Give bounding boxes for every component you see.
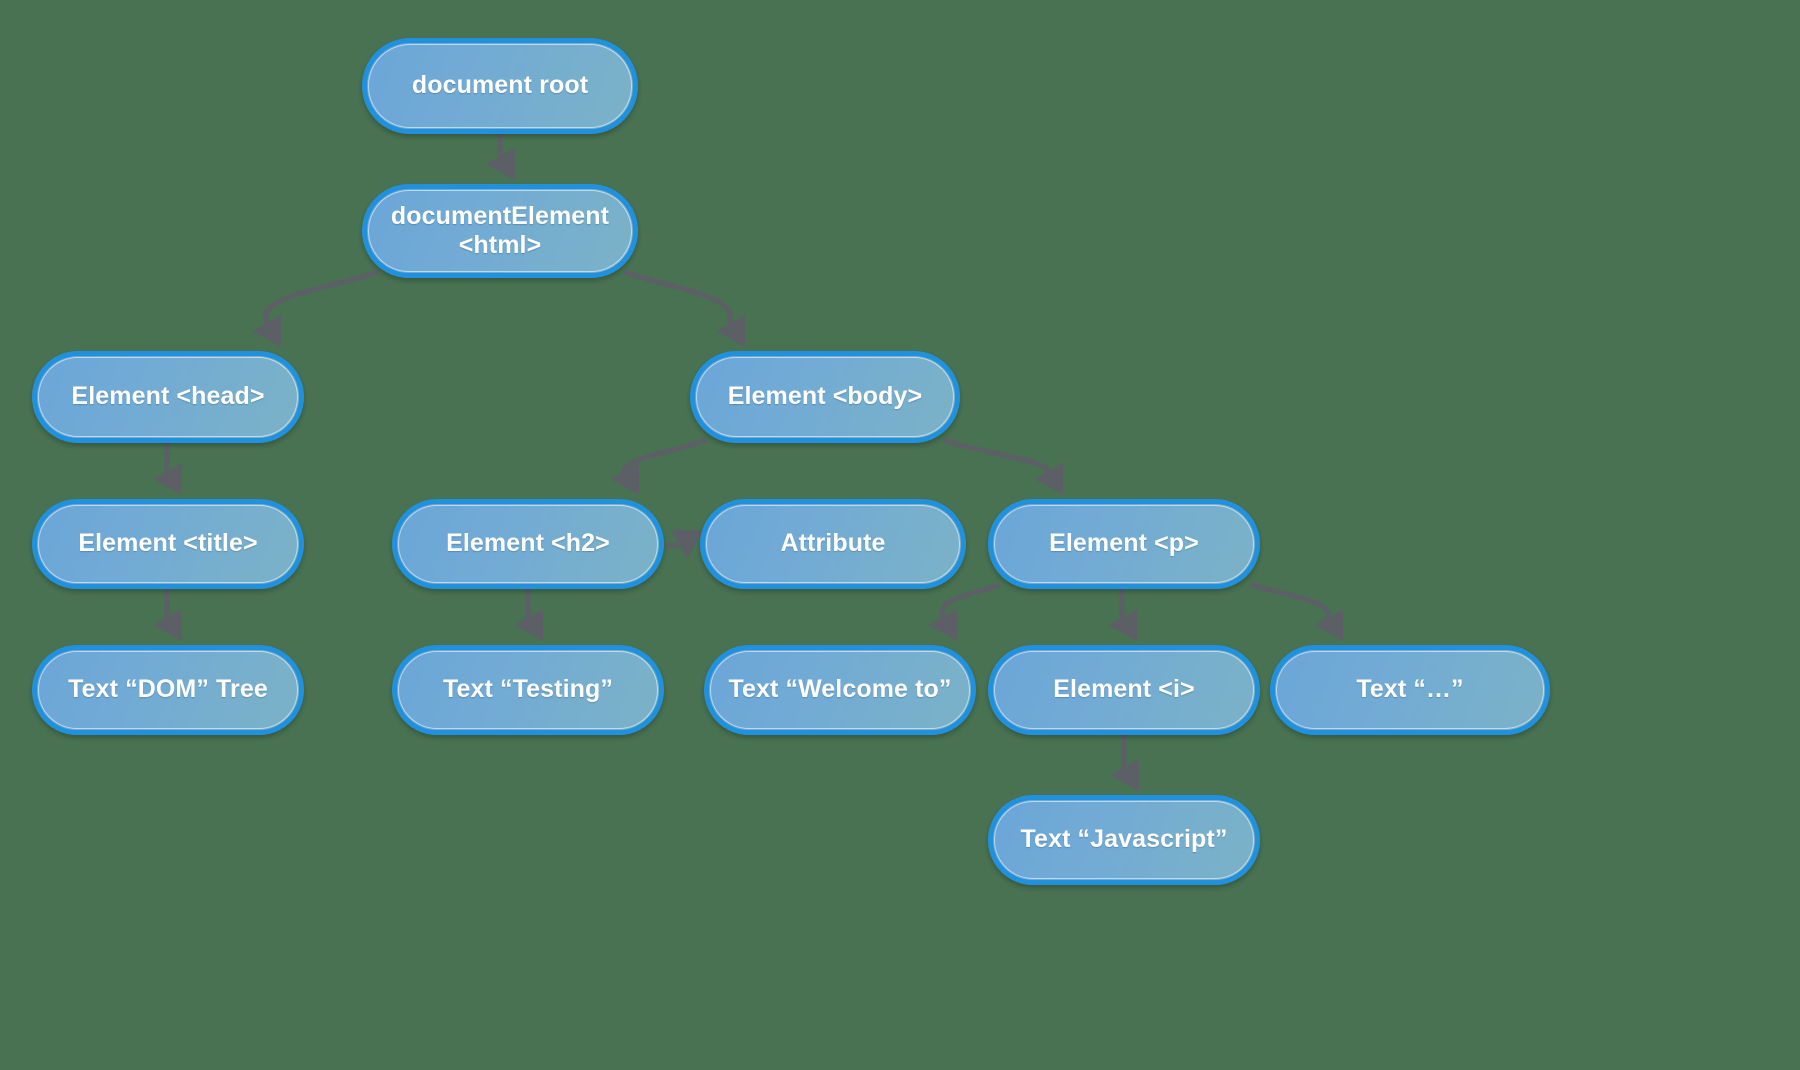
node-element-h2[interactable]: Element <h2> [392,499,664,589]
node-label: documentElement <html> [390,201,610,260]
node-document-element[interactable]: documentElement <html> [362,184,638,278]
node-label: Element <head> [71,382,265,411]
node-label: Element <body> [727,382,923,411]
edge-p-to-text-ellipsis [1249,581,1344,641]
node-label: Text “Welcome to” [728,675,952,704]
node-label: Text “…” [1356,675,1464,704]
node-label: Attribute [780,529,886,558]
node-label: Element <p> [1049,529,1199,558]
node-element-i[interactable]: Element <i> [988,645,1260,735]
node-text-javascript[interactable]: Text “Javascript” [988,795,1260,885]
dom-tree-diagram: document root documentElement <html> Ele… [0,0,1800,1070]
node-element-body[interactable]: Element <body> [690,351,960,443]
node-element-title[interactable]: Element <title> [32,499,304,589]
node-document-root[interactable]: document root [362,38,638,134]
node-text-ellipsis[interactable]: Text “…” [1270,645,1550,735]
node-text-dom-tree[interactable]: Text “DOM” Tree [32,645,304,735]
node-element-head[interactable]: Element <head> [32,351,304,443]
node-label: Element <i> [1053,675,1195,704]
edge-documentelement-to-body [623,269,746,347]
node-text-welcome-to[interactable]: Text “Welcome to” [704,645,976,735]
node-label: Text “Testing” [443,675,613,704]
node-text-testing[interactable]: Text “Testing” [392,645,664,735]
edge-documentelement-to-head [252,269,379,347]
node-label: Element <h2> [446,529,610,558]
node-label: Element <title> [78,529,258,558]
node-label: Text “Javascript” [1020,825,1228,854]
node-label: document root [411,71,589,100]
node-element-p[interactable]: Element <p> [988,499,1260,589]
edge-body-to-h2 [610,437,707,495]
node-label: Text “DOM” Tree [68,675,268,704]
edge-body-to-p [943,437,1064,495]
node-attribute[interactable]: Attribute [700,499,966,589]
edge-p-to-text-welcome-to [928,582,1001,641]
